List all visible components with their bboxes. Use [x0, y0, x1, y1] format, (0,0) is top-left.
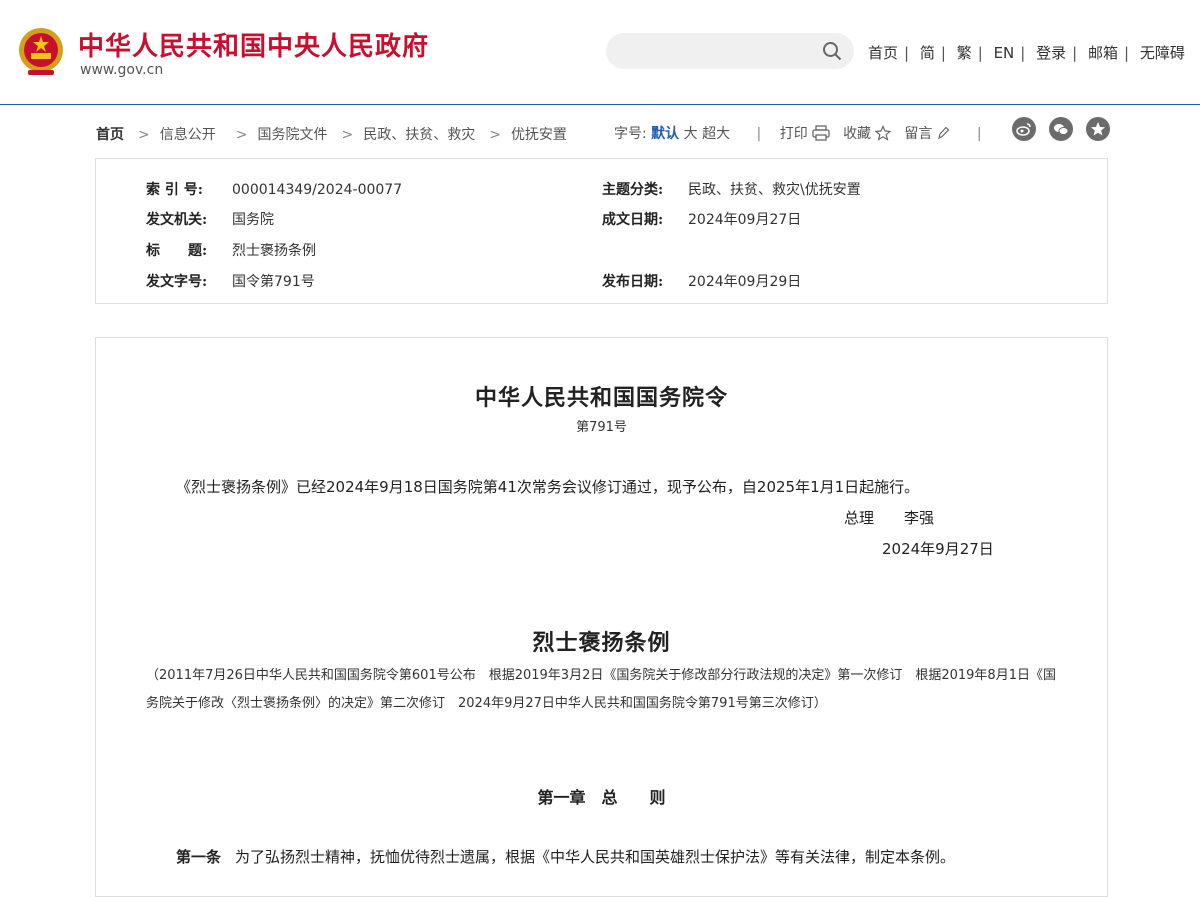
breadcrumb-info[interactable]: 信息公开	[160, 127, 216, 143]
national-emblem-icon[interactable]	[16, 26, 66, 78]
meta-index: 索 引 号: 000014349/2024-00077	[146, 179, 402, 199]
breadcrumb: 首页 > 信息公开 > 国务院文件 > 民政、扶贫、救灾 > 优抚安置	[96, 124, 567, 144]
document-meta-panel: 索 引 号: 000014349/2024-00077 主题分类: 民政、扶贫、救灾…	[95, 158, 1108, 304]
meta-publish-date: 发布日期: 2024年09月29日	[602, 271, 801, 291]
meta-topic: 主题分类: 民政、扶贫、救灾\优抚安置	[602, 179, 861, 199]
font-large-button[interactable]: 大	[684, 126, 698, 142]
meta-label: 发文机关:	[146, 212, 208, 228]
wechat-icon	[1054, 124, 1069, 135]
meta-label: 发布日期:	[602, 274, 664, 290]
chapter-heading: 第一章 总 则	[537, 788, 666, 807]
pencil-icon	[938, 126, 950, 140]
search-box[interactable]	[606, 33, 854, 69]
font-default-button[interactable]: 默认	[651, 126, 679, 142]
article-text: 为了弘扬烈士精神，抚恤优待烈士遗属，根据《中华人民共和国英雄烈士保护法》等有关法…	[235, 848, 956, 866]
nav-english[interactable]: EN	[994, 44, 1015, 62]
print-button[interactable]: 打印	[779, 125, 830, 142]
site-domain: www.gov.cn	[80, 62, 164, 78]
sign-date: 2024年9月27日	[882, 540, 994, 558]
site-name[interactable]: 中华人民共和国中央人民政府	[78, 26, 429, 63]
search-icon[interactable]	[822, 41, 842, 61]
document-content: 中华人民共和国国务院令 第791号 《烈士褒扬条例》已经2024年9月18日国务…	[95, 337, 1108, 897]
meta-label: 发文字号:	[146, 274, 208, 290]
chevron-right-icon: >	[341, 127, 354, 143]
weibo-icon	[1016, 123, 1031, 136]
print-label: 打印	[779, 126, 808, 142]
article-number: 第一条	[176, 848, 222, 866]
breadcrumb-veterans[interactable]: 优抚安置	[511, 127, 567, 143]
meta-doc-number: 发文字号: 国令第791号	[146, 271, 315, 291]
meta-value: 2024年09月27日	[688, 212, 802, 228]
printer-icon	[812, 125, 830, 141]
font-xlarge-button[interactable]: 超大	[702, 126, 730, 142]
star-outline-icon	[875, 125, 892, 141]
favorite-share-button[interactable]	[1086, 117, 1110, 141]
meta-value: 国务院	[232, 212, 274, 228]
nav-traditional[interactable]: 繁	[957, 44, 972, 62]
nav-home[interactable]: 首页	[868, 44, 898, 62]
meta-issuer: 发文机关: 国务院	[146, 209, 274, 229]
meta-label: 标 题:	[146, 243, 208, 259]
font-size-label: 字号:	[614, 126, 647, 142]
intro-paragraph: 《烈士褒扬条例》已经2024年9月18日国务院第41次常务会议修订通过，现予公布…	[176, 478, 920, 496]
weibo-share-button[interactable]	[1012, 117, 1036, 141]
breadcrumb-civil[interactable]: 民政、扶贫、救灾	[363, 127, 475, 143]
meta-value: 国令第791号	[232, 274, 315, 290]
meta-label: 索 引 号:	[146, 182, 203, 198]
chevron-right-icon: >	[489, 127, 501, 143]
nav-login[interactable]: 登录	[1036, 44, 1066, 62]
meta-label: 主题分类:	[602, 182, 664, 198]
page-tools: 字号: 默认 大 超大 | 打印 收藏 留言 |	[614, 125, 982, 142]
meta-written-date: 成文日期: 2024年09月27日	[602, 209, 801, 229]
regulation-title: 烈士褒扬条例	[532, 630, 671, 656]
favorite-button[interactable]: 收藏	[843, 125, 892, 142]
favorite-label: 收藏	[843, 126, 872, 142]
wechat-share-button[interactable]	[1049, 117, 1073, 141]
comment-label: 留言	[904, 126, 933, 142]
chevron-right-icon: >	[235, 127, 248, 143]
order-number: 第791号	[576, 420, 627, 435]
nav-simplified[interactable]: 简	[920, 44, 935, 62]
chevron-right-icon: >	[138, 127, 150, 143]
comment-button[interactable]: 留言	[904, 126, 950, 142]
nav-mail[interactable]: 邮箱	[1088, 44, 1118, 62]
revision-history: （2011年7月26日中华人民共和国国务院令第601号公布 根据2019年3月2…	[146, 668, 1056, 711]
meta-value: 000014349/2024-00077	[232, 182, 403, 198]
breadcrumb-home[interactable]: 首页	[96, 127, 124, 143]
article-1: 第一条 为了弘扬烈士精神，抚恤优待烈士遗属，根据《中华人民共和国英雄烈士保护法》等…	[176, 846, 955, 867]
breadcrumb-state-docs[interactable]: 国务院文件	[257, 127, 327, 143]
meta-label: 成文日期:	[602, 212, 664, 228]
order-title: 中华人民共和国国务院令	[474, 385, 728, 411]
social-share	[1012, 117, 1110, 141]
top-nav: 首页 | 简 | 繁 | EN | 登录 | 邮箱 | 无障碍	[868, 44, 1185, 62]
signer: 总理 李强	[844, 509, 935, 527]
star-icon	[1091, 122, 1105, 136]
meta-value: 民政、扶贫、救灾\优抚安置	[688, 182, 861, 198]
meta-value: 烈士褒扬条例	[232, 243, 316, 259]
site-header: 中华人民共和国中央人民政府 www.gov.cn 首页 | 简 | 繁 | EN | 登…	[0, 0, 1200, 105]
nav-accessibility[interactable]: 无障碍	[1140, 44, 1185, 62]
meta-title: 标 题: 烈士褒扬条例	[146, 240, 316, 260]
meta-value: 2024年09月29日	[688, 274, 802, 290]
